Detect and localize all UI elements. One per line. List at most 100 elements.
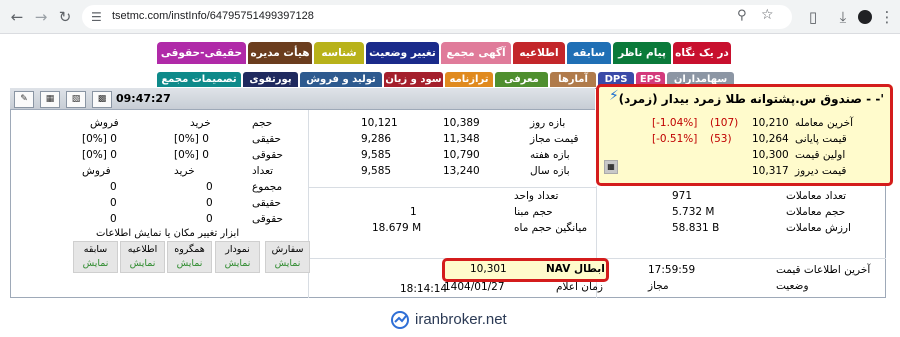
range-low: 11,348 bbox=[443, 133, 480, 145]
trader-row-buy: 0 bbox=[206, 181, 213, 193]
trade-stat-value: 58.831 B bbox=[672, 222, 720, 234]
tab-0[interactable]: در یک نگاه bbox=[673, 42, 731, 64]
tab-6[interactable]: شناسه bbox=[314, 42, 364, 64]
tool-button-action: نمایش bbox=[274, 258, 301, 269]
back-icon[interactable]: ← bbox=[8, 8, 26, 26]
site-settings-icon[interactable]: ☰ bbox=[91, 10, 102, 24]
unit-info-label: میانگین حجم ماه bbox=[514, 222, 588, 234]
price-label: اولین قیمت bbox=[795, 149, 846, 161]
unit-info-value: 1 bbox=[410, 206, 417, 218]
announce-date: 1404/01/27 bbox=[444, 281, 505, 293]
extensions-icon[interactable]: ▯ bbox=[804, 8, 822, 26]
bookmark-star-icon[interactable]: ☆ bbox=[761, 7, 774, 23]
range-label: بازه هفته bbox=[530, 149, 570, 161]
tools-title: ابزار تغییر مکان یا نمایش اطلاعات bbox=[96, 228, 240, 239]
price-value: 10,210 bbox=[752, 117, 789, 129]
tab-1[interactable]: پیام ناظر bbox=[613, 42, 671, 64]
announce-label: زمان اعلام bbox=[556, 281, 603, 293]
site-brand: iranbroker.net bbox=[390, 309, 530, 331]
price-change: (107) bbox=[710, 117, 739, 129]
range-label: قیمت مجاز bbox=[530, 133, 579, 145]
tool-button-2[interactable]: همگروه نمایش bbox=[167, 241, 212, 273]
price-percent: [-1.04%] bbox=[652, 117, 698, 129]
reload-icon[interactable]: ↻ bbox=[56, 8, 74, 26]
tool-button-label: نمودار bbox=[225, 244, 250, 255]
last-info-value: 17:59:59 bbox=[648, 264, 696, 276]
tool-button-4[interactable]: سابقه نمایش bbox=[73, 241, 118, 273]
tool-button-action: نمایش bbox=[82, 258, 109, 269]
trader-row-buy: 0 bbox=[206, 213, 213, 225]
trader-row-buy: 0 bbox=[206, 197, 213, 209]
market-time: 09:47:27 bbox=[116, 92, 171, 105]
tab-2[interactable]: سابقه bbox=[567, 42, 611, 64]
edit-icon[interactable]: ✎ bbox=[14, 91, 34, 108]
tab-4[interactable]: آگهی مجمع bbox=[441, 42, 511, 64]
chart-icon[interactable]: ▩ bbox=[92, 91, 112, 108]
tab2-3[interactable]: آمارها bbox=[550, 72, 596, 87]
last-info-value: مجاز bbox=[648, 280, 669, 292]
brand-logo-icon bbox=[391, 311, 409, 329]
tab2-6[interactable]: سود و زیان bbox=[384, 72, 443, 87]
range-high: 10,121 bbox=[361, 117, 398, 129]
profile-avatar-icon[interactable] bbox=[856, 8, 874, 26]
announce-time: 18:14:14 bbox=[400, 283, 448, 295]
range-high: 9,585 bbox=[361, 149, 392, 161]
url-text[interactable]: tsetmc.com/instInfo/64795751499397128 bbox=[112, 10, 314, 22]
lightning-icon: ⚡ bbox=[609, 88, 619, 104]
trader-row-buy: خرید bbox=[174, 165, 195, 177]
tab-8[interactable]: حقیقی-حقوقی bbox=[157, 42, 246, 64]
trader-head-volume: حجم bbox=[252, 117, 273, 129]
trader-row-sell: فروش bbox=[82, 165, 111, 177]
price-percent: [-0.51%] bbox=[652, 133, 698, 145]
range-high: 9,286 bbox=[361, 133, 392, 145]
tool-button-action: نمایش bbox=[129, 258, 156, 269]
tool-button-label: اطلاعیه bbox=[127, 244, 158, 255]
trader-row-label: تعداد bbox=[252, 165, 274, 177]
tab2-5[interactable]: ترازنامه bbox=[445, 72, 493, 87]
price-label: قیمت پایانی bbox=[795, 133, 847, 145]
tool-button-0[interactable]: سفارش نمایش bbox=[265, 241, 310, 273]
trade-stat-label: تعداد معاملات bbox=[786, 190, 847, 202]
price-label: قیمت دیروز bbox=[795, 165, 847, 177]
trader-row-sell: 0 bbox=[110, 181, 117, 193]
tool-button-3[interactable]: اطلاعیه نمایش bbox=[120, 241, 165, 273]
tab2-8[interactable]: پورتفوی bbox=[243, 72, 298, 87]
tool-button-label: سفارش bbox=[271, 244, 304, 255]
tool-button-label: سابقه bbox=[83, 244, 108, 255]
trade-stat-value: 971 bbox=[672, 190, 693, 202]
forward-icon[interactable]: → bbox=[32, 8, 50, 26]
zoom-icon[interactable]: ⚲ bbox=[737, 8, 747, 23]
unit-info-label: حجم مبنا bbox=[514, 206, 553, 218]
download-icon[interactable]: ⤓ bbox=[834, 8, 852, 26]
range-low: 10,790 bbox=[443, 149, 480, 161]
menu-icon[interactable]: ⋮ bbox=[878, 8, 896, 26]
tool-button-label: همگروه bbox=[174, 244, 205, 255]
tab2-4[interactable]: معرفی bbox=[495, 72, 548, 87]
table-icon[interactable]: ▦ bbox=[40, 91, 60, 108]
price-value: 10,264 bbox=[752, 133, 789, 145]
layout-icon[interactable]: ▧ bbox=[66, 91, 86, 108]
unit-info-value: 18.679 M bbox=[372, 222, 422, 234]
range-low: 10,389 bbox=[443, 117, 480, 129]
tool-button-action: نمایش bbox=[176, 258, 203, 269]
trade-stat-label: ارزش معاملات bbox=[786, 222, 851, 234]
address-bar[interactable]: ☰ tsetmc.com/instInfo/64795751499397128 … bbox=[82, 5, 792, 29]
trader-row-label: حقیقی bbox=[252, 197, 282, 209]
instrument-title: صندوق س.پشتوانه طلا زمرد بیدار (زمرد) - … bbox=[618, 92, 884, 106]
tab-3[interactable]: اطلاعیه bbox=[513, 42, 565, 64]
trade-stat-label: حجم معاملات bbox=[786, 206, 846, 218]
tab2-9[interactable]: تصمیمات مجمع bbox=[157, 72, 241, 87]
tab-5[interactable]: تغییر وضعیت bbox=[366, 42, 439, 64]
trader-row-sell: 0 bbox=[110, 213, 117, 225]
unit-info-label: تعداد واحد bbox=[514, 190, 559, 202]
tool-button-1[interactable]: نمودار نمایش bbox=[215, 241, 260, 273]
price-change: (53) bbox=[710, 133, 732, 145]
tab2-7[interactable]: تولید و فروش bbox=[300, 72, 382, 87]
trader-row-sell: [0%] 0 bbox=[82, 133, 117, 145]
nav-label: NAV ابطال bbox=[546, 263, 605, 275]
tab-7[interactable]: هیأت مدیره bbox=[248, 42, 312, 64]
trade-stat-value: 5.732 M bbox=[672, 206, 715, 218]
nav-value: 10,301 bbox=[470, 263, 507, 275]
trader-row-label: حقوقی bbox=[252, 213, 283, 225]
chart-mini-icon[interactable]: ▦ bbox=[604, 160, 618, 174]
